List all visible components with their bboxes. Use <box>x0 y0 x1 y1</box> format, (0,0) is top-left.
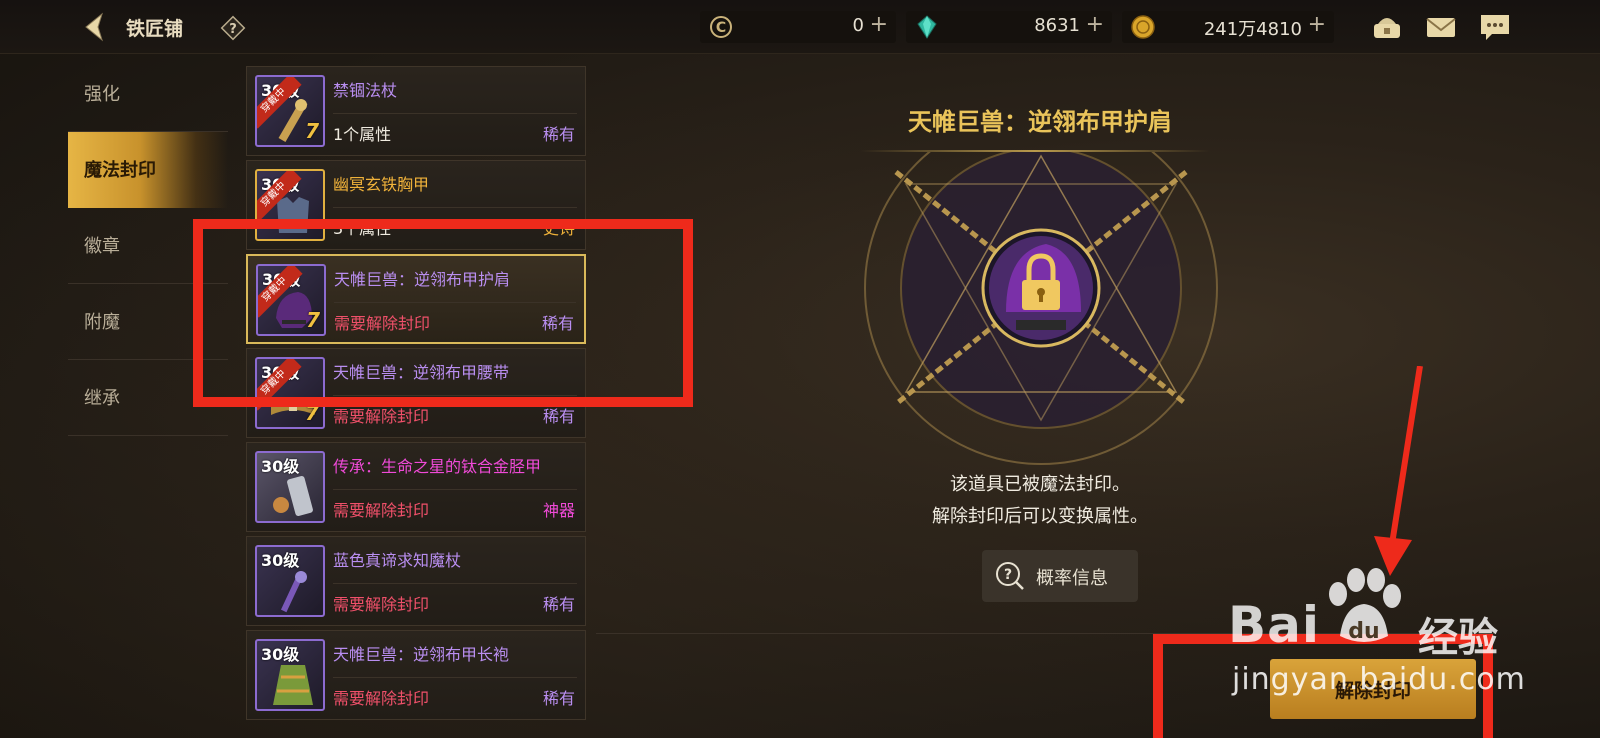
item-status: 需要解除封印 <box>333 501 430 520</box>
sidebar-item-enhance[interactable]: 强化 <box>68 56 228 132</box>
chat-icon[interactable] <box>1478 10 1512 44</box>
sidebar-item-magic-seal[interactable]: 魔法封印 <box>68 132 228 208</box>
mail-icon[interactable] <box>1424 10 1458 44</box>
question-diamond-icon[interactable]: ? <box>219 14 247 42</box>
baidu-paw-icon: du <box>1329 568 1401 644</box>
item-level: 30级 <box>261 645 300 664</box>
wand-icon <box>280 571 307 613</box>
treasure-icon[interactable] <box>1370 10 1404 44</box>
probability-info-button[interactable]: ? 概率信息 <box>982 550 1138 602</box>
divider <box>333 113 577 114</box>
probability-info-label: 概率信息 <box>1036 568 1108 589</box>
item-rarity: 神器 <box>542 501 575 520</box>
add-resource-button[interactable]: + <box>1086 12 1104 37</box>
back-arrow-icon[interactable] <box>78 10 112 44</box>
page-title: 铁匠铺 <box>126 18 184 40</box>
baidu-watermark-text: 经验 <box>1418 615 1498 661</box>
item-name: 天帷巨兽：逆翎布甲长袍 <box>333 645 510 664</box>
item-status: 1个属性 <box>333 125 392 144</box>
coin-c-icon: C <box>710 16 732 38</box>
enhance-level: 7 <box>305 119 319 143</box>
divider <box>333 489 577 490</box>
baidu-watermark-logo: Bai <box>1228 596 1320 654</box>
item-level: 30级 <box>261 551 300 570</box>
item-name: 传承：生命之星的钛合金胫甲 <box>333 457 542 476</box>
robe-icon <box>273 665 313 705</box>
item-rarity: 稀有 <box>542 689 575 708</box>
svg-text:?: ? <box>229 22 237 37</box>
resource-gem: 8631 + <box>906 11 1112 43</box>
divider <box>333 677 577 678</box>
svg-text:?: ? <box>1004 567 1012 583</box>
add-resource-button[interactable]: + <box>1308 12 1326 37</box>
list-item[interactable]: 30级 天帷巨兽：逆翎布甲长袍 需要解除封印 稀有 <box>246 630 586 720</box>
top-bar: 铁匠铺 ? C 0 + 8631 + 241万4810 + <box>0 0 1600 54</box>
sidebar-item-label: 强化 <box>84 84 120 105</box>
item-thumbnail: 30级 <box>255 639 325 711</box>
item-thumbnail: 30级 <box>255 545 325 617</box>
annotation-arrow-icon <box>1374 366 1423 576</box>
sidebar-item-label: 附魔 <box>84 312 120 333</box>
item-rarity: 稀有 <box>542 595 575 614</box>
add-resource-button[interactable]: + <box>870 12 888 37</box>
resource-coin: C 0 + <box>700 11 896 43</box>
item-thumbnail: 30级 <box>255 451 325 523</box>
item-rarity: 稀有 <box>542 125 575 144</box>
list-item[interactable]: 30级 传承：生命之星的钛合金胫甲 需要解除封印 神器 <box>246 442 586 532</box>
resource-value: 8631 <box>1034 15 1080 36</box>
sidebar-item-label: 魔法封印 <box>84 160 156 181</box>
item-name: 禁锢法杖 <box>333 81 398 100</box>
baidu-watermark-url: jingyan.baidu.com <box>1232 662 1526 697</box>
greaves-icon <box>273 475 313 517</box>
resource-gold: 241万4810 + <box>1122 11 1334 43</box>
divider <box>333 207 577 208</box>
resource-value: 241万4810 <box>1203 19 1302 40</box>
magic-seal-circle <box>864 152 1218 465</box>
sidebar-item-label: 徽章 <box>84 236 120 257</box>
seal-description: 该道具已被魔法封印。 <box>950 474 1130 495</box>
item-name: 幽冥玄铁胸甲 <box>333 175 430 194</box>
svg-text:C: C <box>716 20 726 36</box>
gold-coin-icon <box>1131 15 1155 39</box>
question-search-icon: ? <box>996 562 1024 590</box>
item-status: 需要解除封印 <box>333 689 430 708</box>
divider <box>333 583 577 584</box>
item-level: 30级 <box>261 457 300 476</box>
item-thumbnail: 30级 穿戴中 7 <box>255 75 325 147</box>
annotation-highlight-item <box>193 219 693 407</box>
sidebar-item-label: 继承 <box>84 388 120 409</box>
svg-text:du: du <box>1348 619 1379 644</box>
list-item[interactable]: 30级 蓝色真谛求知魔杖 需要解除封印 稀有 <box>246 536 586 626</box>
gem-icon <box>917 15 937 39</box>
item-name: 蓝色真谛求知魔杖 <box>333 551 462 570</box>
item-status: 需要解除封印 <box>333 595 430 614</box>
seal-description-hint: 解除封印后可以变换属性。 <box>932 506 1148 527</box>
list-item[interactable]: 30级 穿戴中 7 禁锢法杖 1个属性 稀有 <box>246 66 586 156</box>
item-detail-title: 天帷巨兽：逆翎布甲护肩 <box>908 108 1172 136</box>
resource-value: 0 <box>852 15 864 36</box>
